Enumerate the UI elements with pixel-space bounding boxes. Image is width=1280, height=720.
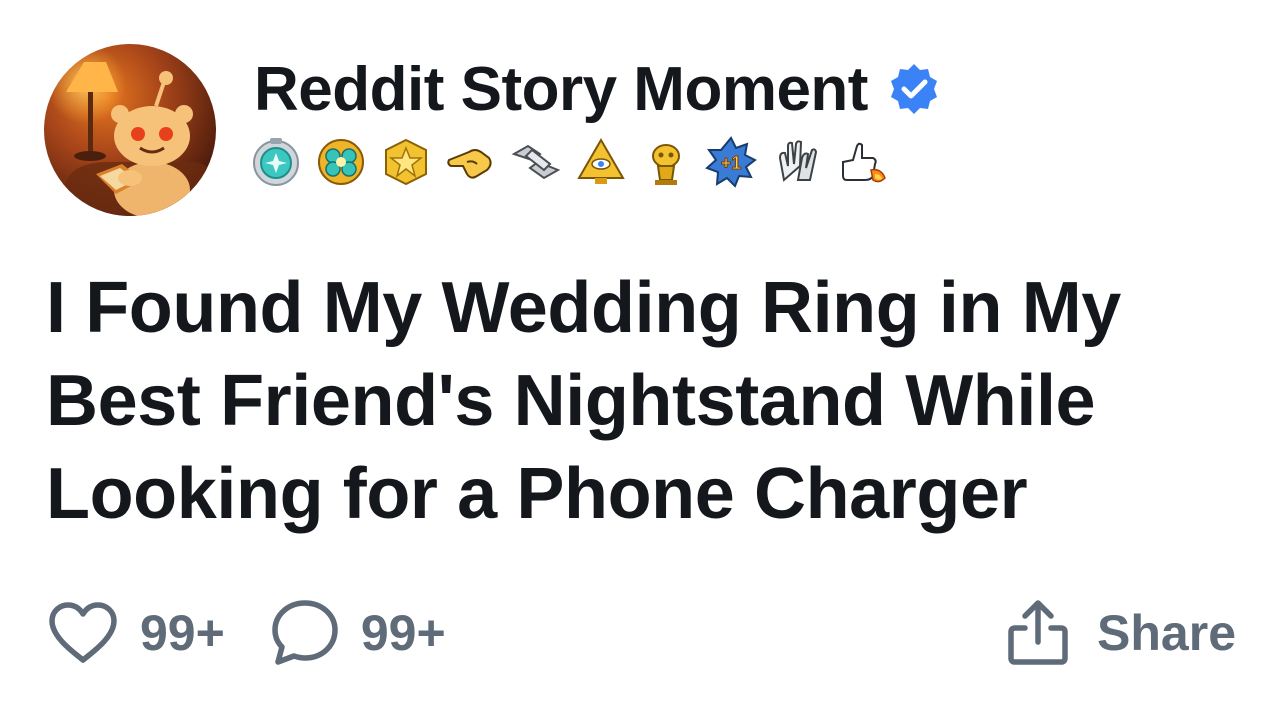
snoo-reading-avatar-icon (44, 44, 216, 216)
trophy-snoo-award-icon[interactable] (640, 136, 692, 188)
share-label: Share (1097, 605, 1236, 661)
rocket-thumbs-up-award-icon[interactable] (835, 136, 887, 188)
like-count: 99+ (140, 605, 225, 661)
gold-star-award-icon[interactable] (380, 136, 432, 188)
verified-badge-icon (890, 64, 937, 114)
share-icon (1008, 600, 1068, 665)
author-avatar[interactable] (44, 44, 216, 216)
clapping-hands-award-icon[interactable] (770, 136, 822, 188)
silver-medal-award-icon[interactable] (250, 136, 302, 188)
author-name[interactable]: Reddit Story Moment (254, 54, 868, 125)
post-title[interactable]: I Found My Wedding Ring in My Best Frien… (46, 262, 1246, 541)
comment-bubble-icon (272, 600, 338, 665)
comment-button[interactable]: 99+ (269, 597, 446, 669)
plus-one-award-icon[interactable]: +1 (705, 136, 757, 188)
post-card: Reddit Story Moment +1 I Found My Weddin… (0, 0, 1280, 720)
share-button[interactable]: Share (1003, 598, 1236, 668)
author-row: Reddit Story Moment (254, 54, 942, 124)
handshake-award-icon[interactable] (510, 136, 562, 188)
pyramid-eye-award-icon[interactable] (575, 136, 627, 188)
gold-cluster-award-icon[interactable] (315, 136, 367, 188)
post-actions: 99+ 99+ Share (46, 596, 1236, 670)
like-button[interactable]: 99+ (46, 600, 225, 666)
svg-text:+1: +1 (721, 153, 742, 173)
pointing-hand-award-icon[interactable] (445, 136, 497, 188)
award-list: +1 (250, 134, 887, 190)
heart-icon (49, 602, 117, 663)
comment-count: 99+ (360, 605, 446, 661)
